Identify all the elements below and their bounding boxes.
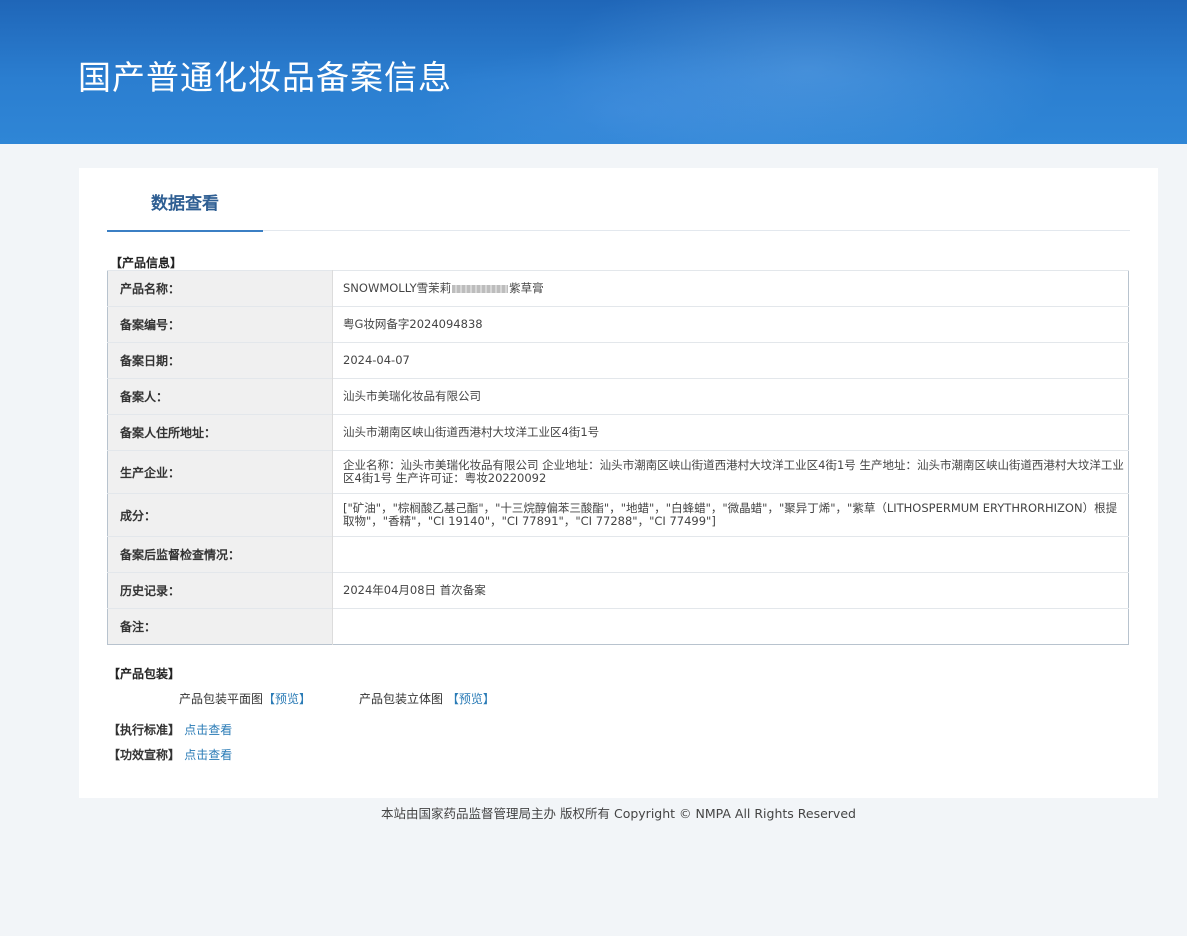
row-value: 汕头市美瑞化妆品有限公司 (332, 378, 1129, 415)
product-name-prefix: SNOWMOLLY雪茉莉 (343, 281, 452, 295)
packaging-flat-label: 产品包装平面图 (179, 692, 264, 706)
product-name-suffix: 紫草膏 (509, 281, 544, 295)
banner-glow (420, 40, 840, 144)
table-row: 产品名称： SNOWMOLLY雪茉莉 紫草膏 (107, 270, 1129, 307)
redacted-mark (452, 284, 509, 293)
row-label: 备案人住所地址： (107, 414, 333, 451)
standard-label: 【执行标准】 (108, 723, 181, 737)
table-row: 备案人： 汕头市美瑞化妆品有限公司 (107, 378, 1129, 415)
row-label: 备案日期： (107, 342, 333, 379)
tab-data-view[interactable]: 数据查看 (107, 168, 263, 232)
row-value (332, 536, 1129, 573)
row-value: 2024-04-07 (332, 342, 1129, 379)
product-info-section-title: 【产品信息】 (110, 256, 183, 270)
efficacy-view-link[interactable]: 点击查看 (184, 748, 232, 762)
row-label: 备注： (107, 608, 333, 645)
row-label: 产品名称： (107, 270, 333, 307)
table-row: 备案日期： 2024-04-07 (107, 342, 1129, 379)
table-row: 成分： ["矿油"，"棕榈酸乙基己酯"，"十三烷醇偏苯三酸酯"，"地蜡"，"白蜂… (107, 493, 1129, 537)
page-title: 国产普通化妆品备案信息 (78, 58, 452, 97)
standard-view-link[interactable]: 点击查看 (184, 723, 232, 737)
packaging-stereo-label: 产品包装立体图 (359, 692, 444, 706)
row-label: 生产企业： (107, 450, 333, 494)
table-row: 历史记录： 2024年04月08日 首次备案 (107, 572, 1129, 609)
row-value: 企业名称：汕头市美瑞化妆品有限公司 企业地址：汕头市潮南区峡山街道西港村大坟洋工… (332, 450, 1129, 494)
row-label: 备案后监督检查情况： (107, 536, 333, 573)
row-label: 成分： (107, 493, 333, 537)
packaging-flat-row: 产品包装平面图【预览】 (179, 690, 311, 707)
row-label: 备案人： (107, 378, 333, 415)
table-row: 生产企业： 企业名称：汕头市美瑞化妆品有限公司 企业地址：汕头市潮南区峡山街道西… (107, 450, 1129, 494)
product-name-value: SNOWMOLLY雪茉莉 紫草膏 (332, 270, 1129, 307)
table-row: 备案人住所地址： 汕头市潮南区峡山街道西港村大坟洋工业区4街1号 (107, 414, 1129, 451)
row-value (332, 608, 1129, 645)
row-label: 备案编号： (107, 306, 333, 343)
row-value: 粤G妆网备字2024094838 (332, 306, 1129, 343)
footer-copyright: 本站由国家药品监督管理局主办 版权所有 Copyright © NMPA All… (381, 806, 856, 821)
header-banner: 国产普通化妆品备案信息 (0, 0, 1187, 144)
packaging-section-title: 【产品包装】 (108, 667, 181, 681)
row-value: 汕头市潮南区峡山街道西港村大坟洋工业区4街1号 (332, 414, 1129, 451)
row-label: 历史记录： (107, 572, 333, 609)
content-card: 数据查看 【产品信息】 产品名称： SNOWMOLLY雪茉莉 紫草膏 备案编号： … (79, 168, 1158, 798)
row-value: 2024年04月08日 首次备案 (332, 572, 1129, 609)
standard-row: 【执行标准】 点击查看 (108, 721, 232, 738)
row-value: ["矿油"，"棕榈酸乙基己酯"，"十三烷醇偏苯三酸酯"，"地蜡"，"白蜂蜡"，"… (332, 493, 1129, 537)
packaging-stereo-preview-link[interactable]: 【预览】 (447, 692, 495, 706)
tab-bar: 数据查看 (107, 168, 1130, 232)
product-info-table: 产品名称： SNOWMOLLY雪茉莉 紫草膏 备案编号： 粤G妆网备字202409… (107, 270, 1129, 645)
efficacy-row: 【功效宣称】 点击查看 (108, 746, 232, 763)
table-row: 备案编号： 粤G妆网备字2024094838 (107, 306, 1129, 343)
table-row: 备注： (107, 608, 1129, 645)
efficacy-label: 【功效宣称】 (108, 748, 181, 762)
packaging-stereo-row: 产品包装立体图 【预览】 (359, 690, 495, 707)
table-row: 备案后监督检查情况： (107, 536, 1129, 573)
packaging-flat-preview-link[interactable]: 【预览】 (263, 692, 311, 706)
